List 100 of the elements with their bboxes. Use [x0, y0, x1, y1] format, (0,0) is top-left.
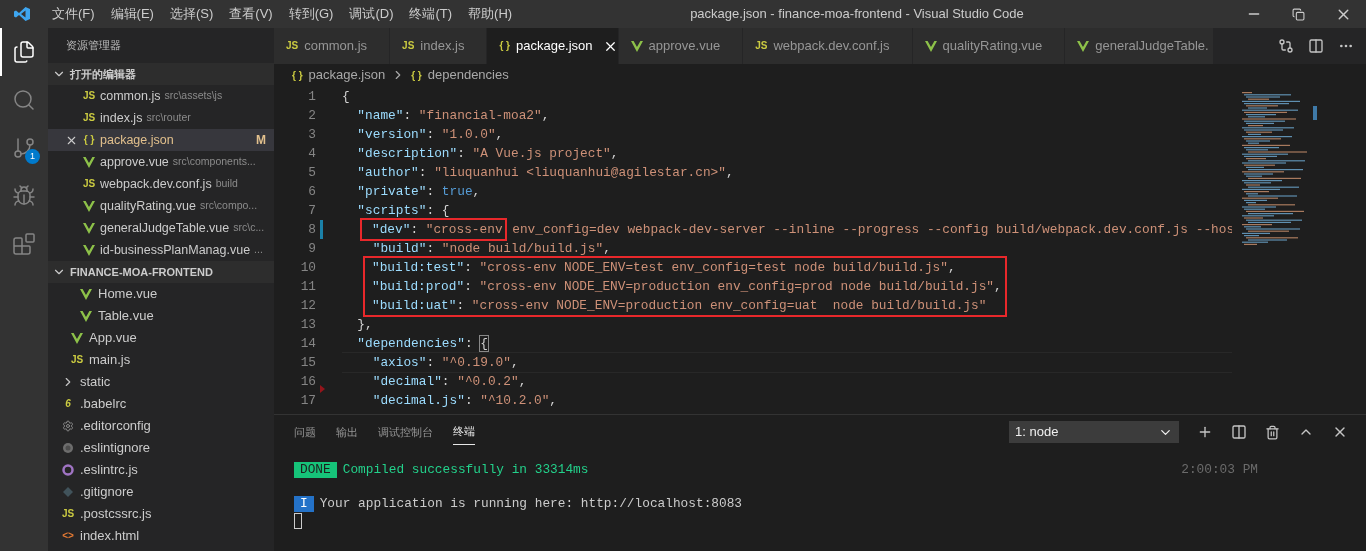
open-editor-item[interactable]: id-businessPlanManag.vue ... — [48, 239, 274, 261]
file-tree-item[interactable]: 6 .babelrc — [48, 393, 274, 415]
code-line: "build": "node build/build.js", — [371, 240, 612, 258]
code-line: "build:test": "cross-env NODE_ENV=test env_config=test node build/build.js", — [372, 259, 957, 277]
js-file-icon: JS — [755, 41, 768, 51]
section-header[interactable]: FINANCE-MOA-FRONTEND — [48, 261, 274, 283]
menu-item[interactable]: 文件(F) — [44, 4, 103, 24]
code-line: "version": "1.0.0", — [356, 126, 505, 144]
json-file-icon: { } — [83, 135, 95, 145]
breadcrumb-item[interactable]: dependencies — [427, 65, 509, 85]
file-tree-item[interactable]: .eslintignore — [48, 437, 274, 459]
menu-item[interactable]: 帮助(H) — [460, 4, 521, 24]
vue-icon — [1077, 40, 1090, 52]
menu-item[interactable]: 编辑(E) — [102, 4, 162, 24]
panel-tab[interactable]: 输出 — [336, 419, 358, 445]
line-number: 6 — [307, 183, 316, 201]
menu-item[interactable]: 选择(S) — [161, 4, 222, 24]
line-number: 13 — [299, 316, 316, 334]
line-number: 4 — [307, 145, 316, 163]
file-tree-item[interactable]: .gitignore — [48, 481, 274, 503]
js-file-icon: JS — [70, 355, 84, 365]
breadcrumb-item[interactable]: package.json — [308, 65, 386, 85]
terminal-cursor — [294, 513, 302, 529]
html-file-icon: <> — [62, 531, 74, 541]
menu-item[interactable]: 查看(V) — [221, 4, 281, 24]
compare-icon[interactable] — [1278, 38, 1294, 54]
open-editor-item[interactable]: JS common.js src\assets\js — [48, 85, 274, 107]
panel-tab[interactable]: 问题 — [294, 419, 316, 445]
circle-icon — [62, 442, 74, 454]
open-editor-item[interactable]: JS index.js src\router — [48, 107, 274, 129]
vue-icon — [924, 40, 937, 52]
file-tree-item[interactable]: <> index.html — [48, 525, 274, 547]
panel-tab[interactable]: 调试控制台 — [378, 419, 433, 445]
line-number: 11 — [299, 278, 316, 296]
branch-icon[interactable] — [12, 136, 36, 160]
section-header[interactable]: 打开的编辑器 — [48, 63, 274, 85]
active-indicator — [0, 28, 2, 76]
sidebar-title: 资源管理器 — [65, 38, 122, 54]
line-number: 9 — [307, 240, 316, 258]
code-line: }, — [356, 316, 374, 334]
editor-tab[interactable]: JS webpack.dev.conf.js — [743, 28, 913, 64]
file-tree-item[interactable]: static — [48, 371, 274, 393]
file-tree-item[interactable]: JS .postcssrc.js — [48, 503, 274, 525]
code-line: "decimal.js": "^10.2.0", — [371, 392, 559, 410]
code-line: "build:prod": "cross-env NODE_ENV=production env_config=prod node build/build.js", — [372, 278, 1003, 296]
extensions-icon[interactable] — [12, 232, 36, 256]
terminal-output: Compiled successfully in 33314ms — [342, 461, 589, 480]
code-line: "dependencies": { — [356, 335, 489, 353]
editor-tab[interactable]: { } package.json — [487, 28, 619, 64]
vue-icon — [80, 288, 92, 300]
vue-icon — [630, 40, 643, 52]
line-number: 2 — [307, 107, 316, 125]
line-number: 8 — [307, 221, 316, 239]
code-line: "axios": "^0.19.0", — [342, 353, 1232, 372]
open-editor-item[interactable]: approve.vue src\components... — [48, 151, 274, 173]
file-tree-item[interactable]: JS main.js — [48, 349, 274, 371]
split-editor-icon[interactable] — [1308, 38, 1324, 54]
js-file-icon: JS — [82, 91, 96, 101]
new-terminal-icon[interactable] — [1197, 424, 1213, 440]
file-tree-item[interactable]: .eslintrc.js — [48, 459, 274, 481]
file-tree-item[interactable]: Table.vue — [48, 305, 274, 327]
file-tree-item[interactable]: .editorconfig — [48, 415, 274, 437]
line-number: 5 — [307, 164, 316, 182]
file-tree-item[interactable]: Home.vue — [48, 283, 274, 305]
split-terminal-icon[interactable] — [1231, 424, 1247, 440]
files-icon[interactable] — [12, 40, 36, 64]
menu-item[interactable]: 终端(T) — [401, 4, 461, 24]
done-badge: DONE — [294, 462, 337, 478]
file-tree-item[interactable]: App.vue — [48, 327, 274, 349]
open-editor-item[interactable]: JS webpack.dev.conf.js build — [48, 173, 274, 195]
editor-tab[interactable]: JS index.js — [390, 28, 488, 64]
open-editor-item[interactable]: { } package.json M — [48, 129, 274, 151]
search-icon[interactable] — [12, 88, 36, 112]
vue-icon — [83, 200, 95, 212]
editor-tab[interactable]: generalJudgeTable. — [1065, 28, 1214, 64]
menu-item[interactable]: 转到(G) — [280, 4, 342, 24]
window-title: package.json - finance-moa-frontend - Visual Studio Code — [690, 5, 1025, 24]
editor-tab[interactable]: approve.vue — [618, 28, 744, 64]
line-number: 17 — [299, 392, 316, 410]
js-file-icon: JS — [82, 113, 96, 123]
open-editor-item[interactable]: qualityRating.vue src\compo... — [48, 195, 274, 217]
vue-icon — [71, 332, 83, 344]
diamond-icon — [62, 486, 74, 498]
editor-tab[interactable]: JS common.js — [274, 28, 391, 64]
open-editor-item[interactable]: generalJudgeTable.vue src\c... — [48, 217, 274, 239]
bug-icon[interactable] — [12, 184, 36, 208]
menu-item[interactable]: 调试(D) — [341, 4, 402, 24]
line-number: 14 — [299, 335, 316, 353]
terminal-select[interactable]: 1: node — [1009, 421, 1179, 443]
panel-tab[interactable]: 终端 — [453, 419, 475, 445]
modified-label: M — [256, 132, 266, 149]
babel-file-icon: 6 — [65, 399, 71, 409]
ring-icon — [62, 464, 74, 476]
js-file-icon: JS — [82, 179, 96, 189]
trash-icon[interactable] — [1265, 424, 1280, 440]
code-line: "author": "liuquanhui <liuquanhui@agilestar.cn>", — [356, 164, 735, 182]
vue-icon — [83, 156, 95, 168]
restore-icon[interactable] — [1292, 7, 1305, 21]
scrollbar[interactable] — [1313, 106, 1317, 120]
editor-tab[interactable]: qualityRating.vue — [912, 28, 1066, 64]
